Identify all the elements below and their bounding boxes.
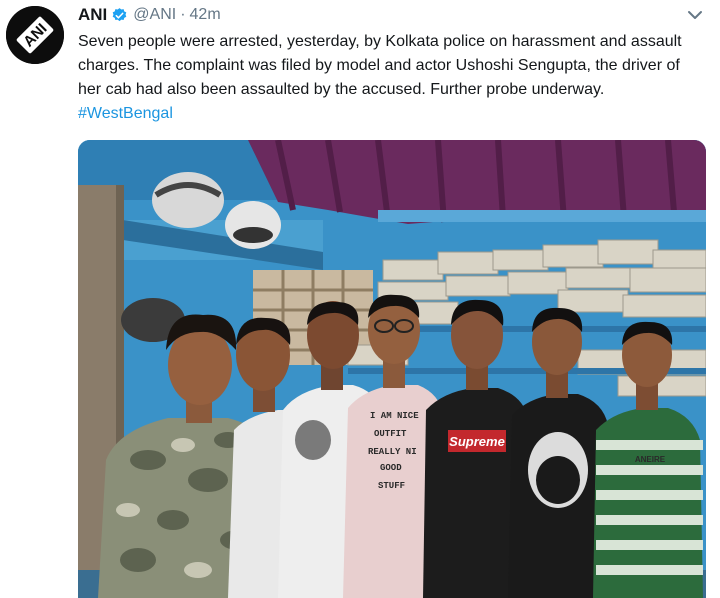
- verified-badge-icon: [111, 7, 128, 24]
- shirt-text-line: REALLY NI: [368, 447, 417, 457]
- shirt-text-line: GOOD: [380, 463, 402, 473]
- tweet-header: ANI @ANI · 42m: [78, 4, 221, 26]
- shirt-text-line: STUFF: [378, 481, 405, 491]
- user-handle[interactable]: @ANI: [133, 6, 176, 24]
- separator-dot: ·: [180, 6, 186, 23]
- display-name[interactable]: ANI: [78, 5, 107, 25]
- hashtag-link[interactable]: #WestBengal: [78, 105, 173, 122]
- tweet-photo[interactable]: I AM NICE OUTFIT REALLY NI GOOD STUFF Su…: [78, 140, 706, 598]
- shirt-logo-text: ANEIRE: [635, 455, 666, 464]
- shirt-logo-text: Supreme: [449, 434, 505, 449]
- shirt-text-line: I AM NICE: [370, 411, 419, 421]
- tweet-card: ANI ANI @ANI · 42m Seven people were arr…: [0, 0, 720, 598]
- tweet-body: Seven people were arrested, yesterday, b…: [78, 33, 682, 98]
- shirt-text-line: OUTFIT: [374, 429, 407, 439]
- tweet-text: Seven people were arrested, yesterday, b…: [78, 30, 698, 126]
- timestamp[interactable]: 42m: [190, 6, 221, 24]
- group-photo: I AM NICE OUTFIT REALLY NI GOOD STUFF Su…: [78, 140, 706, 598]
- ani-logo-icon: ANI: [6, 6, 64, 64]
- avatar[interactable]: ANI: [6, 6, 64, 64]
- chevron-down-icon[interactable]: [686, 8, 704, 22]
